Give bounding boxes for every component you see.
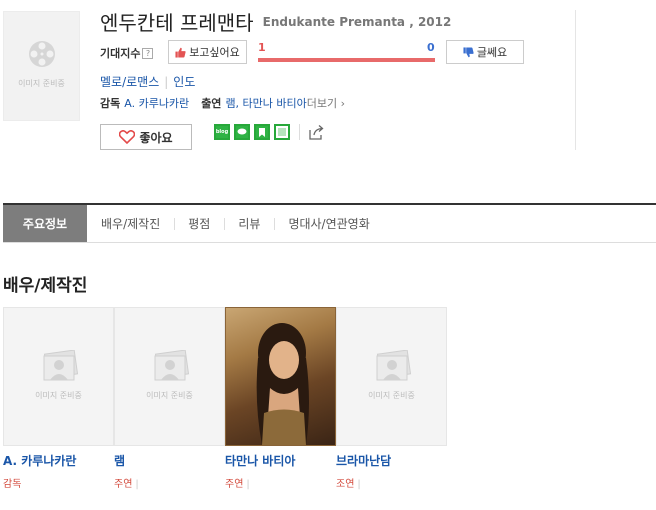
share-divider	[299, 124, 300, 140]
cast-role: 주연 |	[225, 479, 250, 490]
cast-item[interactable]: 타만나 바티아 주연 |	[225, 307, 336, 490]
cast-photo[interactable]: 이미지 준비중	[3, 307, 114, 446]
like-button[interactable]: 좋아요	[100, 124, 192, 150]
cast-role-text: 주연	[225, 479, 244, 490]
square-share-icon[interactable]	[274, 124, 290, 140]
thumbs-down-icon	[463, 46, 474, 57]
tab-bar: 주요정보 배우/제작진 평점 리뷰 명대사/연관영화	[3, 203, 656, 243]
cast-item[interactable]: 이미지 준비중 브라마난담 조연 |	[336, 307, 447, 490]
cast-name[interactable]: 브라마난담	[336, 452, 447, 469]
cast-link[interactable]: 램, 타만나 바티아	[225, 97, 306, 110]
header-divider	[575, 10, 576, 150]
cast-photo[interactable]	[225, 307, 336, 446]
cast-role-text: 조연	[336, 479, 355, 490]
more-link[interactable]: 더보기 ›	[307, 97, 345, 110]
not-sure-button[interactable]: 글쎄요	[446, 40, 524, 64]
bookmark-share-icon[interactable]	[254, 124, 270, 140]
expectation-label: 기대지수?	[100, 45, 154, 61]
chat-bubble-icon	[237, 128, 247, 135]
share-icon[interactable]	[309, 124, 325, 140]
blog-share-icon[interactable]: blog	[214, 124, 230, 140]
cast-role-text: 주연	[114, 479, 133, 490]
genre-country: 멜로/로맨스 | 인도	[100, 73, 195, 90]
film-reel-icon	[29, 41, 55, 67]
photo-placeholder-text: 이미지 준비중	[146, 391, 193, 400]
help-icon[interactable]: ?	[142, 48, 154, 59]
cast-role: 감독	[3, 475, 114, 490]
genre-separator: |	[164, 75, 169, 89]
tab-cast-crew[interactable]: 배우/제작진	[87, 205, 174, 242]
movie-poster: 이미지 준비중	[3, 11, 80, 121]
bookmark-glyph-icon	[259, 127, 265, 137]
photo-placeholder-text: 이미지 준비중	[35, 391, 82, 400]
expectation-gauge-fill	[258, 58, 435, 62]
profile-placeholder-icon	[154, 350, 190, 381]
cast-name[interactable]: A. 카루나카란	[3, 452, 114, 469]
want-to-see-label: 보고싶어요	[189, 46, 240, 59]
share-bar: blog	[214, 124, 325, 140]
cast-list: 이미지 준비중 A. 카루나카란 감독 이미지 준비중 램 주연 | 타만나 바…	[3, 307, 447, 490]
profile-placeholder-icon	[43, 350, 79, 381]
tab-main-info[interactable]: 주요정보	[3, 205, 87, 242]
not-sure-label: 글쎄요	[476, 46, 508, 59]
like-label: 좋아요	[139, 130, 173, 145]
expectation-gauge	[258, 58, 435, 62]
title-korean: 엔두칸테 프레맨타	[100, 11, 254, 35]
cast-item[interactable]: 이미지 준비중 램 주연 |	[114, 307, 225, 490]
want-to-see-button[interactable]: 보고싶어요	[168, 40, 247, 64]
cast-role: 주연 |	[114, 479, 139, 490]
director-label: 감독	[100, 97, 121, 110]
credits: 감독 A. 카루나카란 출연 램, 타만나 바티아더보기 ›	[100, 95, 345, 111]
not-sure-count: 0	[427, 41, 435, 54]
section-title: 배우/제작진	[3, 276, 88, 296]
photo-placeholder-text: 이미지 준비중	[368, 391, 415, 400]
poster-placeholder-text: 이미지 준비중	[18, 79, 65, 88]
profile-placeholder-icon	[376, 350, 412, 381]
thumbs-up-icon	[175, 47, 186, 58]
actor-portrait-image	[256, 323, 309, 445]
genre-link[interactable]: 멜로/로맨스	[100, 75, 159, 89]
cast-role: 조연 |	[336, 479, 361, 490]
chat-share-icon[interactable]	[234, 124, 250, 140]
cast-role-text: 감독	[3, 479, 22, 490]
cast-item[interactable]: 이미지 준비중 A. 카루나카란 감독	[3, 307, 114, 490]
blog-share-text: blog	[215, 129, 229, 135]
want-count: 1	[258, 41, 266, 54]
director-link[interactable]: A. 카루나카란	[124, 97, 189, 110]
square-glyph-icon	[278, 128, 286, 136]
cast-name[interactable]: 램	[114, 452, 225, 469]
cast-photo[interactable]: 이미지 준비중	[114, 307, 225, 446]
cast-label: 출연	[201, 97, 222, 110]
expectation-label-text: 기대지수	[100, 47, 141, 60]
tab-quotes-related[interactable]: 명대사/연관영화	[274, 205, 383, 242]
movie-title: 엔두칸테 프레맨타 Endukante Premanta , 2012	[100, 7, 451, 36]
title-english: Endukante Premanta , 2012	[262, 14, 452, 29]
cast-photo[interactable]: 이미지 준비중	[336, 307, 447, 446]
heart-icon	[119, 130, 136, 144]
tab-ratings[interactable]: 평점	[174, 205, 224, 242]
cast-name[interactable]: 타만나 바티아	[225, 452, 336, 469]
country-link[interactable]: 인도	[173, 75, 195, 89]
tab-reviews[interactable]: 리뷰	[224, 205, 274, 242]
